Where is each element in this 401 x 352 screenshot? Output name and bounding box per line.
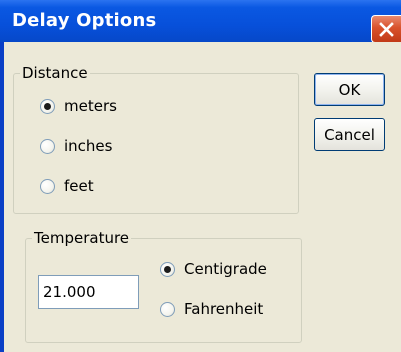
radio-feet-button[interactable] (40, 178, 55, 194)
window-title: Delay Options (12, 10, 157, 31)
temperature-legend: Temperature (34, 229, 130, 247)
radio-fahrenheit[interactable]: Fahrenheit (160, 300, 263, 318)
radio-inches[interactable]: inches (40, 137, 112, 155)
radio-fahrenheit-label: Fahrenheit (184, 300, 264, 318)
radio-inches-button[interactable] (40, 138, 55, 154)
radio-fahrenheit-button[interactable] (160, 301, 175, 317)
distance-legend: Distance (22, 64, 88, 82)
radio-feet-label: feet (64, 177, 94, 195)
radio-centigrade-label: Centigrade (184, 260, 267, 278)
title-bar: Delay Options (0, 0, 401, 43)
radio-meters-label: meters (64, 97, 117, 115)
dialog-client-area: Distance meters inches feet OK Cancel Te… (4, 42, 401, 352)
ok-button[interactable]: OK (314, 73, 385, 106)
delay-options-dialog: Delay Options Distance meters inches fee… (0, 0, 401, 352)
close-icon (379, 22, 394, 37)
close-button[interactable] (371, 15, 401, 43)
cancel-button[interactable]: Cancel (314, 118, 385, 151)
radio-inches-label: inches (64, 137, 113, 155)
radio-meters-button[interactable] (40, 98, 55, 114)
radio-feet[interactable]: feet (40, 177, 94, 195)
temperature-input[interactable]: 21.000 (38, 275, 139, 309)
radio-centigrade-button[interactable] (160, 261, 175, 277)
radio-centigrade[interactable]: Centigrade (160, 260, 267, 278)
radio-meters[interactable]: meters (40, 97, 117, 115)
